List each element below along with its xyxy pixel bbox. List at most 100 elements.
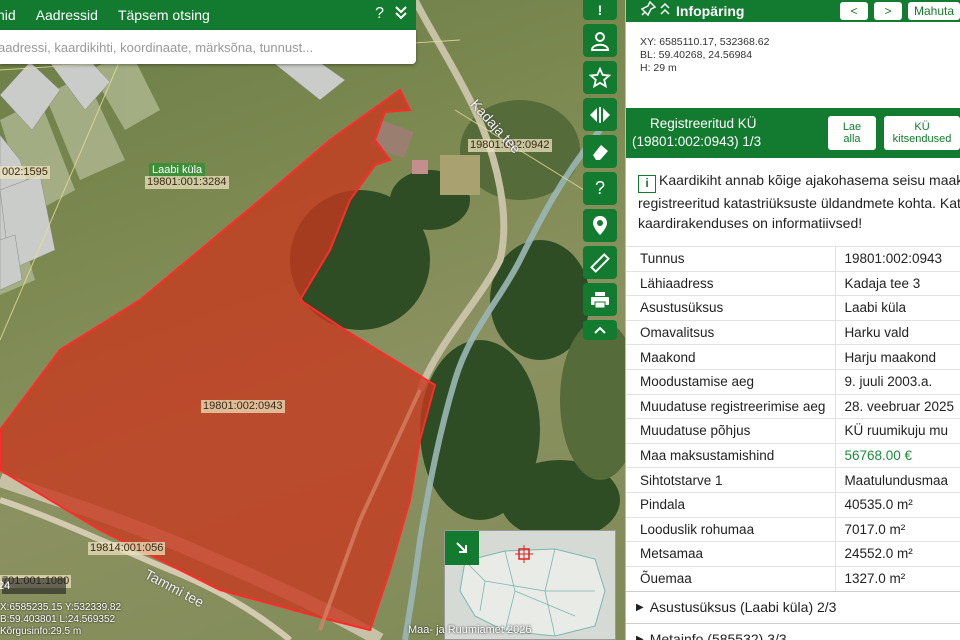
attribute-value: 40535.0 m² xyxy=(835,491,960,518)
table-row: Omavalitsus Harku vald xyxy=(626,319,960,345)
notice-line-1: Kaardikiht annab kõige ajakohasema seisu… xyxy=(659,172,960,188)
location-pin-icon[interactable] xyxy=(583,209,617,242)
attribute-value: 7017.0 m² xyxy=(835,516,960,542)
message-icon[interactable]: ! xyxy=(583,0,617,20)
info-notice: i Kaardikiht annab kõige ajakohasema seis… xyxy=(626,158,960,246)
attribute-key: Õuemaa xyxy=(626,565,836,591)
table-row: Tunnus 19801:002:0943 xyxy=(626,246,960,272)
double-chevron-down-icon[interactable] xyxy=(394,5,408,26)
attribute-value: Laabi küla xyxy=(835,295,960,321)
attribute-key: Moodustamise aeg xyxy=(626,368,836,395)
attribute-table: Tunnus 19801:002:0943 Lähiaadress Kadaja te… xyxy=(626,246,960,591)
attribute-value: Harju maakond xyxy=(835,344,960,370)
attribute-value: KÜ ruumikuju mu xyxy=(835,418,960,444)
attribute-value: 1327.0 m² xyxy=(835,565,960,591)
attribute-key: Tunnus xyxy=(626,246,836,272)
attribute-key: Muudatuse registreerimise aeg xyxy=(626,393,836,419)
search-tab-bar: hid Aadressid Täpsem otsing ? xyxy=(0,0,416,30)
split-arrows-icon[interactable] xyxy=(583,98,617,131)
table-row: Maakond Harju maakond xyxy=(626,344,960,370)
table-row: Muudatuse registreerimise aeg 28. veebrua… xyxy=(626,393,960,419)
download-button[interactable]: Lae alla xyxy=(828,116,876,150)
section-metadata[interactable]: ▶ Metainfo (585532) 3/3 xyxy=(626,622,960,640)
download-line2: alla xyxy=(843,133,861,145)
help-icon[interactable]: ? xyxy=(583,172,617,205)
attribute-key: Sihtotstarve 1 xyxy=(626,467,836,493)
table-row: Lähiaadress Kadaja tee 3 xyxy=(626,270,960,296)
tab-advanced-search[interactable]: Täpsem otsing xyxy=(108,0,220,30)
table-row: Pindala 40535.0 m² xyxy=(626,491,960,518)
clicked-coordinates: XY: 6585110.17, 532368.62 BL: 59.40268, … xyxy=(626,22,960,108)
attribute-key: Looduslik rohumaa xyxy=(626,516,836,542)
section-settlement-label: Asustusüksus (Laabi küla) 2/3 xyxy=(649,599,837,616)
search-input[interactable] xyxy=(0,30,416,64)
coords-height: Kõrgusinfo:29.5 m xyxy=(0,626,82,637)
attribute-value: 9. juuli 2003.a. xyxy=(835,368,960,395)
tab-search[interactable]: hid xyxy=(0,0,26,30)
copyright-text: Maa- ja Ruumiamet 2026 xyxy=(408,624,532,636)
coords-xy: X:6585235.15 Y:532339.82 xyxy=(0,602,122,613)
help-glyph: ? xyxy=(594,178,605,198)
coords-bl: B:59.403801 L:24.569352 xyxy=(0,614,116,625)
attribute-key: Metsamaa xyxy=(626,541,836,567)
attribute-key: Omavalitsus xyxy=(626,319,836,345)
table-row: Moodustamise aeg 9. juuli 2003.a. xyxy=(626,368,960,395)
star-icon[interactable] xyxy=(583,61,617,94)
cursor-coordinates: X:6585235.15 Y:532339.82 B:59.403801 L:2… xyxy=(0,602,121,638)
eraser-icon[interactable] xyxy=(583,135,617,168)
pin-icon[interactable] xyxy=(640,0,657,22)
table-row: Õuemaa 1327.0 m² xyxy=(626,565,960,591)
table-row: Metsamaa 24552.0 m² xyxy=(626,541,960,567)
restrictions-line2: kitsendused xyxy=(892,133,952,145)
scale-bar: 24 xyxy=(0,578,66,594)
caret-right-icon: ▶ xyxy=(636,633,644,640)
table-row: Sihtotstarve 1 Maatulundusmaa xyxy=(626,467,960,493)
coord-height: H: 29 m xyxy=(640,62,677,74)
help-icon[interactable]: ? xyxy=(375,5,384,26)
ruler-icon[interactable] xyxy=(583,246,617,279)
table-row: Looduslik rohumaa 7017.0 m² xyxy=(626,516,960,542)
panel-header: Infopäring < > Mahuta xyxy=(626,0,960,22)
info-panel: Infopäring < > Mahuta XY: 6585110.17, 53… xyxy=(625,0,960,640)
prev-button[interactable]: < xyxy=(839,2,868,20)
parcel-label-0561: 19814:001:056 xyxy=(88,542,166,555)
coord-xy: XY: 6585110.17, 532368.62 xyxy=(640,36,770,48)
coord-bl: BL: 59.40268, 24.56984 xyxy=(640,49,753,61)
fit-button[interactable]: Mahuta xyxy=(907,2,960,20)
attribute-value: 19801:002:0943 xyxy=(835,246,960,272)
restrictions-line1: KÜ xyxy=(914,121,930,133)
message-glyph: ! xyxy=(597,2,603,18)
download-line1: Lae xyxy=(842,121,862,133)
attribute-value: Maatulundusmaa xyxy=(835,467,960,493)
attribute-key: Asustusüksus xyxy=(626,295,836,321)
attribute-value: 24552.0 m² xyxy=(835,541,960,567)
map-view[interactable]: Laabi küla 19801:001:3284 002:1595 19801… xyxy=(0,0,625,640)
notice-line-2: registreeritud katastriüksuste üldandmet… xyxy=(638,195,960,211)
double-chevron-up-icon[interactable] xyxy=(660,2,670,21)
section-metadata-label: Metainfo (585532) 3/3 xyxy=(649,631,787,640)
info-icon: i xyxy=(638,175,656,193)
next-button[interactable]: > xyxy=(873,2,902,20)
user-icon[interactable] xyxy=(583,24,617,57)
attribute-key: Maakond xyxy=(626,344,836,370)
attribute-key: Pindala xyxy=(626,491,836,518)
attribute-value: Kadaja tee 3 xyxy=(835,270,960,296)
chevron-up-icon[interactable] xyxy=(583,320,617,340)
parcel-label-3284: 19801:001:3284 xyxy=(145,176,229,189)
attribute-key: Muudatuse põhjus xyxy=(626,418,836,444)
print-icon[interactable] xyxy=(583,283,617,316)
tab-addresses[interactable]: Aadressid xyxy=(26,0,108,30)
section-settlement[interactable]: ▶ Asustusüksus (Laabi küla) 2/3 xyxy=(626,590,960,623)
parcel-title-line1: Registreeritud KÜ xyxy=(650,116,757,131)
parcel-title-line2: (19801:002:0943) 1/3 xyxy=(632,134,762,149)
restrictions-button[interactable]: KÜ kitsendused xyxy=(884,116,960,150)
panel-title: Infopäring xyxy=(676,3,745,19)
scale-text: 24 xyxy=(0,580,11,592)
attribute-value: Harku vald xyxy=(835,319,960,345)
attribute-value: 28. veebruar 2025 xyxy=(835,393,960,419)
search-box xyxy=(0,30,416,64)
minimap-toggle-button[interactable] xyxy=(445,531,479,565)
attribute-value: 56768.00 € xyxy=(835,442,960,468)
parcel-label-1595: 002:1595 xyxy=(0,166,50,179)
parcel-section-header: Registreeritud KÜ (19801:002:0943) 1/3 L… xyxy=(626,108,960,158)
